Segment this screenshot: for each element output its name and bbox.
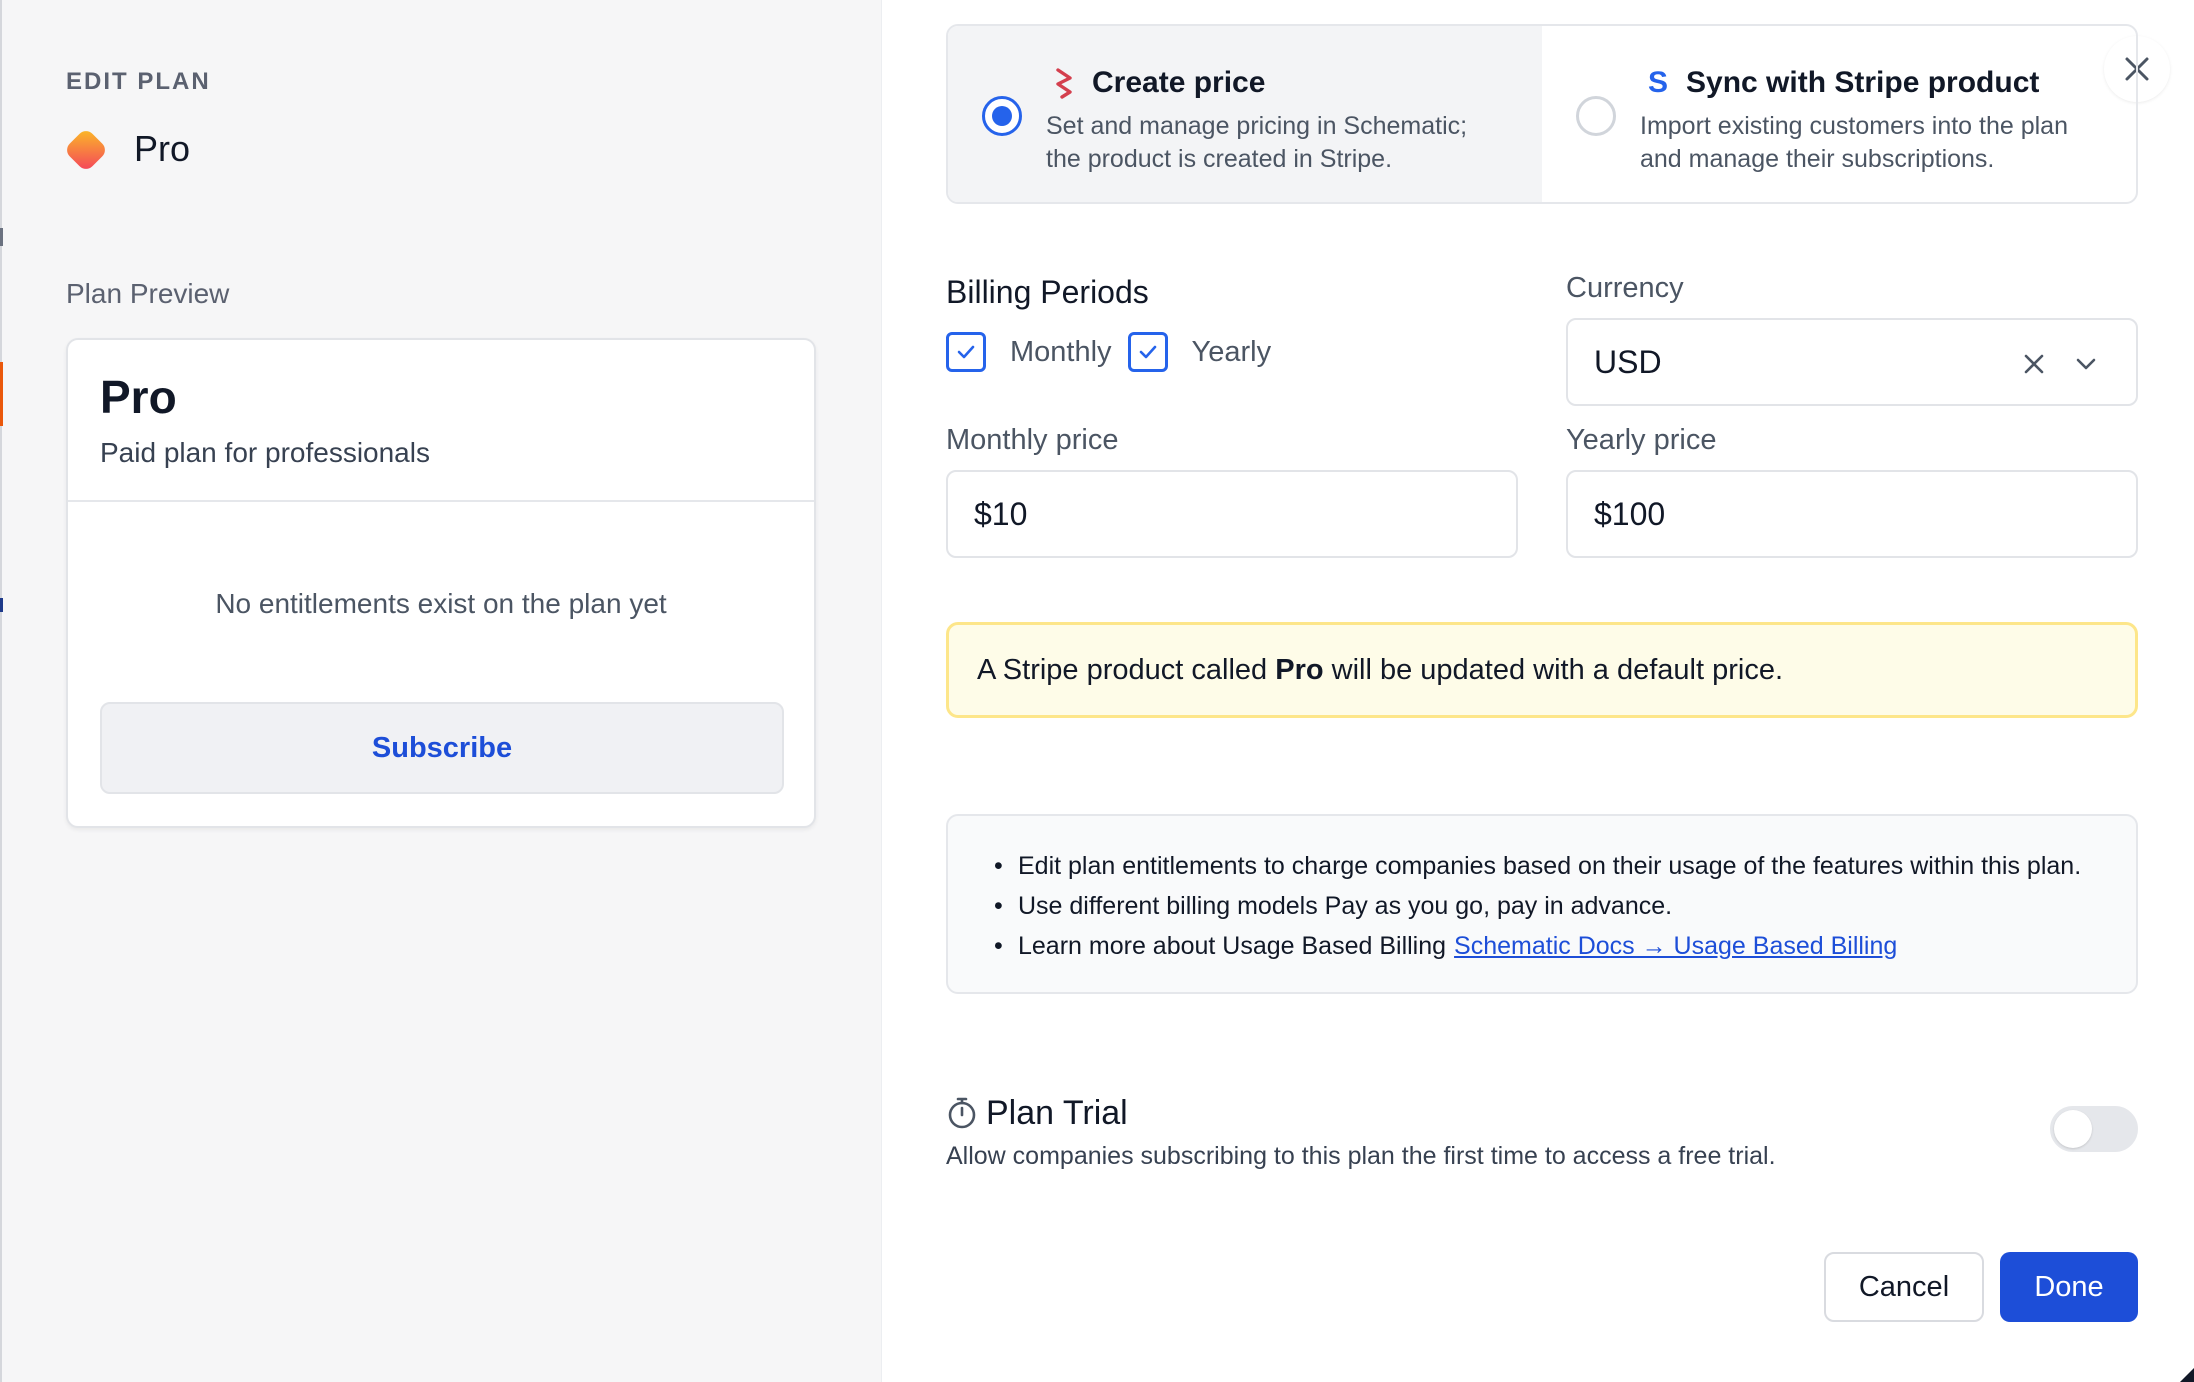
- create-price-desc-line2: the product is created in Stripe.: [1046, 145, 1393, 173]
- info-text: Learn more about Usage Based Billing: [1018, 932, 1447, 960]
- plan-preview-label: Plan Preview: [66, 278, 230, 309]
- info-text: Use different billing models Pay as you …: [1018, 892, 1673, 920]
- currency-label: Currency: [1566, 272, 1684, 304]
- notice-prefix: A Stripe product called: [977, 653, 1276, 686]
- plan-preview-card: Pro Paid plan for professionals No entit…: [66, 338, 816, 828]
- currency-select[interactable]: USD: [1566, 318, 2138, 406]
- create-price-description: Set and manage pricing in Schematic; the…: [1046, 110, 1506, 176]
- plan-trial-title: Plan Trial: [986, 1094, 1128, 1132]
- create-price-radio[interactable]: [982, 96, 1022, 136]
- sync-stripe-title: Sync with Stripe product: [1686, 66, 2040, 99]
- check-icon: [1139, 345, 1156, 359]
- yearly-checkbox[interactable]: [1127, 332, 1168, 372]
- sync-stripe-option[interactable]: S Sync with Stripe product Import existi…: [1542, 26, 2136, 202]
- stripe-product-notice: A Stripe product called Pro will be upda…: [946, 622, 2138, 718]
- chevron-down-icon[interactable]: [2070, 348, 2102, 380]
- yearly-checkbox-label[interactable]: Yearly: [1192, 336, 1272, 369]
- plan-trial-description: Allow companies subscribing to this plan…: [946, 1142, 1776, 1170]
- plan-preview-panel: EDIT PLAN Pro Plan Preview Pro Paid plan…: [0, 0, 882, 1382]
- monthly-checkbox[interactable]: [946, 332, 986, 372]
- edge-mark-dark: [0, 228, 3, 246]
- plan-card-subtitle: Paid plan for professionals: [100, 436, 430, 468]
- list-item: • Use different billing models Pay as yo…: [994, 886, 2136, 926]
- list-item: • Learn more about Usage Based Billing S…: [994, 926, 2136, 966]
- plan-name: Pro: [134, 128, 191, 169]
- billing-period-checkboxes: Monthly Yearly: [946, 332, 1287, 372]
- monthly-checkbox-label[interactable]: Monthly: [1010, 336, 1112, 369]
- create-price-desc-line1: Set and manage pricing in Schematic;: [1046, 112, 1468, 140]
- stripe-s-icon: S: [1647, 66, 1668, 99]
- edit-plan-heading: EDIT PLAN: [66, 68, 211, 95]
- entitlements-empty-text: No entitlements exist on the plan yet: [215, 588, 667, 619]
- panel-edge: [0, 0, 2, 1382]
- usage-billing-info: • Edit plan entitlements to charge compa…: [946, 814, 2138, 994]
- price-mode-selector: Create price Set and manage pricing in S…: [946, 24, 2138, 204]
- bullet: •: [994, 892, 1003, 920]
- edge-mark-orange: [0, 362, 3, 426]
- billing-periods-label: Billing Periods: [946, 274, 1149, 310]
- create-price-title: Create price: [1092, 66, 1266, 99]
- monthly-price-input[interactable]: $10: [946, 470, 1518, 558]
- plan-logo-icon: [67, 131, 105, 169]
- window-corner: [2180, 1368, 2194, 1382]
- bullet: •: [994, 852, 1003, 880]
- check-icon: [957, 345, 975, 359]
- sync-stripe-desc-line2: and manage their subscriptions.: [1640, 145, 1995, 173]
- notice-product-name: Pro: [1275, 653, 1324, 686]
- edge-mark-blue: [0, 598, 3, 612]
- subscribe-button[interactable]: Subscribe: [100, 702, 784, 794]
- plan-card-title: Pro: [100, 371, 177, 423]
- toggle-knob: [2054, 1110, 2092, 1148]
- monthly-price-label: Monthly price: [946, 424, 1119, 456]
- usage-billing-docs-link[interactable]: Schematic Docs → Usage Based Billing: [1454, 926, 1897, 966]
- notice-suffix: will be updated with a default price.: [1323, 653, 1784, 686]
- stopwatch-icon: [948, 1097, 976, 1129]
- cancel-button[interactable]: Cancel: [1824, 1252, 1984, 1322]
- x-icon[interactable]: [2022, 352, 2046, 376]
- currency-value: USD: [1594, 343, 1662, 380]
- yearly-price-label: Yearly price: [1566, 424, 1717, 456]
- plan-card-header: Pro Paid plan for professionals: [68, 340, 814, 502]
- yearly-price-input[interactable]: $100: [1566, 470, 2138, 558]
- sync-stripe-description: Import existing customers into the plan …: [1640, 110, 2100, 176]
- sync-stripe-radio[interactable]: [1576, 96, 1616, 136]
- bullet: •: [994, 932, 1003, 960]
- create-price-option[interactable]: Create price Set and manage pricing in S…: [948, 26, 1542, 202]
- stripe-stripes-icon: [1056, 68, 1072, 99]
- info-text: Edit plan entitlements to charge compani…: [1018, 852, 2082, 880]
- done-button[interactable]: Done: [2000, 1252, 2138, 1322]
- plan-trial-toggle[interactable]: [2050, 1106, 2138, 1152]
- sync-stripe-desc-line1: Import existing customers into the plan: [1640, 112, 2068, 140]
- list-item: • Edit plan entitlements to charge compa…: [994, 846, 2136, 886]
